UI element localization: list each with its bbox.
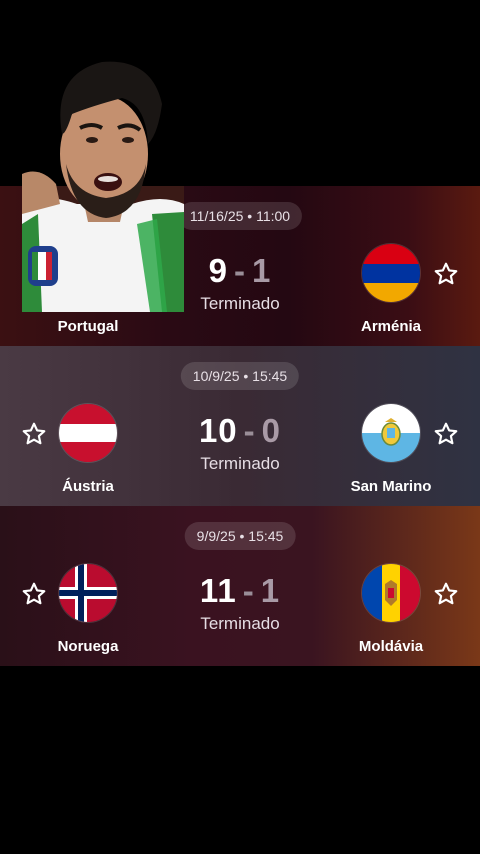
home-team-name: Áustria (62, 478, 114, 495)
home-team-name: Noruega (57, 638, 119, 655)
match-status: Terminado (200, 454, 280, 473)
away-team-name: San Marino (350, 478, 432, 495)
match-status: Terminado (200, 614, 280, 633)
match-datetime: 10/9/25 • 15:45 (180, 362, 300, 390)
home-team-name: Portugal (57, 318, 119, 335)
home-goals: 10 (198, 412, 238, 449)
away-goals: 0 (261, 412, 282, 449)
star-outline-icon[interactable] (433, 421, 459, 447)
match-datetime: 9/9/25 • 15:45 (184, 522, 296, 550)
score-separator: - (234, 252, 246, 289)
home-goals: 11 (199, 572, 237, 609)
san-marino-flag-icon (362, 404, 420, 462)
moldova-flag-icon (362, 564, 420, 622)
score-separator: - (242, 572, 255, 609)
away-team-name: Arménia (360, 318, 422, 335)
away-goals: 1 (260, 572, 281, 609)
away-team-name: Moldávia (358, 638, 424, 655)
score-separator: - (243, 412, 256, 449)
match-card-norway-moldova[interactable]: 9/9/25 • 15:45 Noruega 11-1 Terminado Mo… (0, 506, 480, 666)
match-datetime: 11/16/25 • 11:00 (177, 202, 303, 230)
away-goals: 1 (252, 252, 272, 289)
video-overlay-person (22, 54, 184, 312)
star-outline-icon[interactable] (433, 261, 459, 287)
home-goals: 9 (208, 252, 228, 289)
armenia-flag-icon (362, 244, 420, 302)
star-outline-icon[interactable] (433, 581, 459, 607)
match-card-austria-sanmarino[interactable]: 10/9/25 • 15:45 Áustria 10-0 Terminado S… (0, 346, 480, 506)
